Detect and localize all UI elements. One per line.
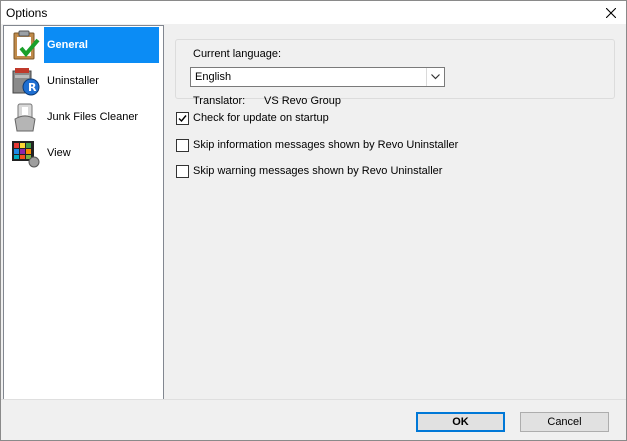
title-bar: Options — [1, 1, 626, 24]
cancel-button[interactable]: Cancel — [520, 412, 609, 432]
translator-label: Translator: — [193, 95, 246, 107]
options-dialog: Options General R Uninstaller Junk Files… — [0, 0, 627, 441]
language-select-value: English — [195, 71, 232, 83]
sidebar-item-junk-files-cleaner[interactable]: Junk Files Cleaner — [4, 99, 163, 135]
skip-warning-label: Skip warning messages shown by Revo Unin… — [193, 165, 443, 177]
options-sidebar: General R Uninstaller Junk Files Cleaner — [3, 25, 164, 401]
checkmark-icon — [178, 115, 187, 123]
language-group: Current language: English Translator: VS… — [175, 39, 615, 107]
sidebar-item-label: View — [47, 146, 71, 159]
skip-info-label: Skip information messages shown by Revo … — [193, 139, 459, 151]
svg-text:R: R — [28, 81, 37, 94]
language-group-label: Current language: — [190, 48, 285, 60]
sidebar-item-view[interactable]: View — [4, 135, 163, 171]
sidebar-item-general[interactable]: General — [4, 27, 163, 63]
skip-info-checkbox[interactable] — [176, 139, 189, 152]
sidebar-item-label: Uninstaller — [47, 74, 99, 87]
uninstaller-icon: R — [12, 68, 40, 96]
junk-cleaner-icon — [14, 103, 36, 132]
clipboard-check-icon — [13, 30, 40, 60]
translator-value: VS Revo Group — [264, 95, 342, 107]
chevron-down-icon — [431, 74, 440, 80]
skip-warning-checkbox[interactable] — [176, 165, 189, 178]
window-title: Options — [6, 6, 48, 20]
general-settings-panel: Current language: English Translator: VS… — [166, 25, 626, 399]
check-update-label: Check for update on startup — [193, 112, 329, 124]
close-icon — [606, 7, 616, 18]
ok-button[interactable]: OK — [416, 412, 505, 432]
sidebar-item-label: General — [44, 27, 159, 63]
close-button[interactable] — [596, 1, 626, 24]
view-palette-icon — [12, 141, 40, 168]
dialog-footer: OK Cancel — [1, 399, 626, 440]
check-update-checkbox[interactable] — [176, 112, 189, 125]
dropdown-button[interactable] — [426, 68, 444, 86]
language-select[interactable]: English — [190, 67, 445, 87]
sidebar-item-uninstaller[interactable]: R Uninstaller — [4, 63, 163, 99]
sidebar-item-label: Junk Files Cleaner — [47, 110, 139, 123]
